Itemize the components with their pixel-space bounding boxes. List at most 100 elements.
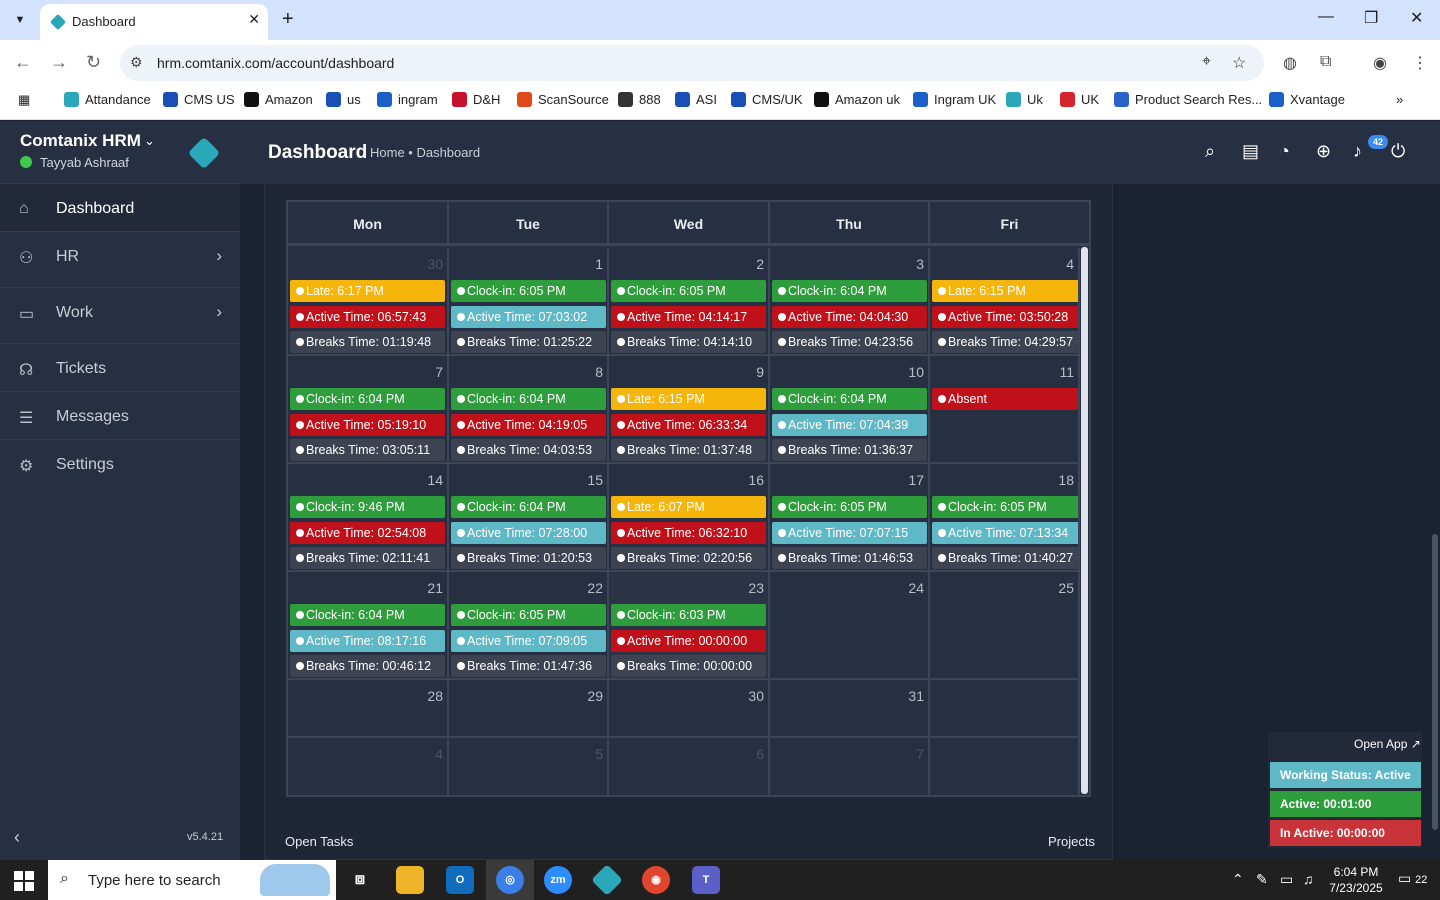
attendance-event[interactable]: Clock-in: 6:05 PM	[772, 496, 927, 518]
teams-icon[interactable]: T	[692, 866, 720, 894]
attendance-event[interactable]: Breaks Time: 01:46:53	[772, 547, 927, 569]
calendar-day-cell[interactable]	[930, 738, 1080, 797]
calendar-day-cell[interactable]: 14 Clock-in: 9:46 PM Active Time: 02:54:08…	[288, 464, 449, 572]
calendar-day-cell[interactable]: 29	[449, 680, 609, 738]
pen-icon[interactable]: ✎	[1256, 871, 1268, 888]
calendar-day-cell[interactable]: 7	[770, 738, 930, 797]
attendance-event[interactable]: Active Time: 04:04:30	[772, 305, 927, 328]
open-app-link[interactable]: Open App ↗	[1354, 737, 1421, 751]
bookmark-item[interactable]: 888	[618, 92, 661, 107]
sidebar-item-hr[interactable]: ⚇ HR ›	[0, 231, 240, 287]
bookmark-item[interactable]: Xvantage	[1269, 92, 1345, 107]
network-icon[interactable]: ▭	[1280, 871, 1293, 888]
calendar-day-cell[interactable]: 22 Clock-in: 6:05 PM Active Time: 07:09:05…	[449, 572, 609, 680]
chevron-down-icon[interactable]: ⌄	[144, 133, 155, 149]
calendar-day-cell[interactable]: 30 Late: 6:17 PM Active Time: 06:57:43 Brea…	[288, 248, 449, 356]
bell-icon[interactable]: ♪	[1353, 141, 1362, 162]
bookmark-item[interactable]: Amazon	[244, 92, 313, 107]
attendance-event[interactable]: Active Time: 07:07:15	[772, 521, 927, 544]
attendance-event[interactable]: Breaks Time: 02:11:41	[290, 547, 445, 569]
attendance-event[interactable]: Breaks Time: 04:29:57	[932, 331, 1078, 353]
sidebar-item-tickets[interactable]: ☊ Tickets	[0, 343, 240, 391]
attendance-event[interactable]: Active Time: 07:28:00	[451, 521, 606, 544]
attendance-event[interactable]: Late: 6:17 PM	[290, 280, 445, 302]
bookmark-item[interactable]: us	[326, 92, 361, 107]
zoom-icon[interactable]: zm	[544, 866, 572, 894]
profile-icon[interactable]: ◉	[1373, 53, 1387, 73]
bookmark-item[interactable]: UK	[1060, 92, 1099, 107]
attendance-event[interactable]: Clock-in: 6:05 PM	[451, 280, 606, 302]
attendance-event[interactable]: Breaks Time: 01:37:48	[611, 439, 766, 461]
calendar-day-cell[interactable]: 1 Clock-in: 6:05 PM Active Time: 07:03:02 B…	[449, 248, 609, 356]
notification-center-icon[interactable]: ▭ 22	[1398, 870, 1427, 887]
windows-start-icon[interactable]	[14, 871, 34, 891]
attendance-event[interactable]: Clock-in: 6:05 PM	[451, 604, 606, 626]
calendar-day-cell[interactable]: 18 Clock-in: 6:05 PM Active Time: 07:13:34…	[930, 464, 1080, 572]
calendar-day-cell[interactable]: 10 Clock-in: 6:04 PM Active Time: 07:04:39…	[770, 356, 930, 464]
attendance-event[interactable]: Active Time: 03:50:28	[932, 305, 1078, 328]
add-icon[interactable]: ⊕	[1316, 141, 1331, 162]
attendance-event[interactable]: Clock-in: 6:04 PM	[772, 388, 927, 410]
attendance-event[interactable]: Clock-in: 6:03 PM	[611, 604, 766, 626]
translate-icon[interactable]: ◍	[1283, 53, 1297, 73]
volume-icon[interactable]: ♫	[1303, 871, 1314, 887]
attendance-event[interactable]: Breaks Time: 01:40:27	[932, 547, 1078, 569]
calendar-day-cell[interactable]: 8 Clock-in: 6:04 PM Active Time: 04:19:05 B…	[449, 356, 609, 464]
breadcrumb[interactable]: Home • Dashboard	[370, 145, 480, 160]
address-bar[interactable]: ⚙ hrm.comtanix.com/account/dashboard ⌖ ☆	[120, 45, 1264, 81]
sidebar-item-dashboard[interactable]: ⌂ Dashboard	[0, 183, 240, 231]
url-text[interactable]: hrm.comtanix.com/account/dashboard	[157, 55, 394, 71]
attendance-event[interactable]: Active Time: 04:19:05	[451, 413, 606, 436]
location-icon[interactable]: ⌖	[1202, 53, 1211, 71]
attendance-event[interactable]: Late: 6:07 PM	[611, 496, 766, 518]
attendance-event[interactable]: Breaks Time: 01:47:36	[451, 655, 606, 677]
attendance-event[interactable]: Active Time: 05:19:10	[290, 413, 445, 436]
sidebar-item-settings[interactable]: ⚙ Settings	[0, 439, 240, 495]
attendance-event[interactable]: Clock-in: 6:04 PM	[290, 388, 445, 410]
bookmark-item[interactable]: ASI	[675, 92, 717, 107]
bookmark-item[interactable]: Product Search Res...	[1114, 92, 1262, 107]
collapse-sidebar-icon[interactable]: ‹	[14, 827, 20, 848]
bookmark-star-icon[interactable]: ☆	[1232, 53, 1246, 73]
attendance-event[interactable]: Clock-in: 9:46 PM	[290, 496, 445, 518]
apps-grid-icon[interactable]: ▦	[18, 92, 30, 108]
calendar-scrollbar[interactable]	[1081, 247, 1088, 794]
calendar-day-cell[interactable]: 11 Absent	[930, 356, 1080, 464]
attendance-event[interactable]: Absent	[932, 388, 1078, 410]
calendar-day-cell[interactable]: 4	[288, 738, 449, 797]
maximize-icon[interactable]: ❐	[1364, 8, 1378, 28]
tray-expand-icon[interactable]: ⌃	[1232, 871, 1244, 888]
calendar-day-cell[interactable]: 5	[449, 738, 609, 797]
attendance-event[interactable]: Breaks Time: 04:03:53	[451, 439, 606, 461]
taskbar-search[interactable]: ⌕ Type here to search	[48, 860, 336, 900]
attendance-event[interactable]: Active Time: 00:00:00	[611, 629, 766, 652]
calendar-day-cell[interactable]: 7 Clock-in: 6:04 PM Active Time: 05:19:10 B…	[288, 356, 449, 464]
calendar-day-cell[interactable]: 21 Clock-in: 6:04 PM Active Time: 08:17:16…	[288, 572, 449, 680]
calendar-day-cell[interactable]: 4 Late: 6:15 PM Active Time: 03:50:28 Break…	[930, 248, 1080, 356]
attendance-event[interactable]: Breaks Time: 00:46:12	[290, 655, 445, 677]
chrome-icon[interactable]: ◉	[642, 866, 670, 894]
attendance-event[interactable]: Active Time: 07:13:34	[932, 521, 1078, 544]
browser-menu-icon[interactable]: ⋮	[1412, 53, 1428, 73]
bookmark-item[interactable]: ingram	[377, 92, 438, 107]
minimize-icon[interactable]: —	[1318, 8, 1334, 26]
bookmark-item[interactable]: ScanSource	[517, 92, 609, 107]
attendance-event[interactable]: Clock-in: 6:04 PM	[772, 280, 927, 302]
tab-search-icon[interactable]: ▼	[8, 8, 32, 32]
outlook-icon[interactable]: O	[446, 866, 474, 894]
notes-icon[interactable]: ▤	[1242, 141, 1259, 162]
power-icon[interactable]: ⏻	[1391, 141, 1405, 162]
page-scrollbar[interactable]	[1430, 184, 1440, 860]
bookmark-item[interactable]: Amazon uk	[814, 92, 900, 107]
attendance-event[interactable]: Late: 6:15 PM	[932, 280, 1078, 302]
attendance-event[interactable]: Breaks Time: 04:14:10	[611, 331, 766, 353]
calendar-day-cell[interactable]: 28	[288, 680, 449, 738]
attendance-event[interactable]: Clock-in: 6:04 PM	[290, 604, 445, 626]
calendar-day-cell[interactable]: 15 Clock-in: 6:04 PM Active Time: 07:28:00…	[449, 464, 609, 572]
new-tab-button[interactable]: +	[282, 8, 294, 30]
bookmark-item[interactable]: D&H	[452, 92, 500, 107]
comtanix-app-icon[interactable]	[591, 864, 623, 896]
calendar-day-cell[interactable]: 31	[770, 680, 930, 738]
reload-icon[interactable]: ↻	[86, 52, 101, 73]
attendance-event[interactable]: Active Time: 02:54:08	[290, 521, 445, 544]
